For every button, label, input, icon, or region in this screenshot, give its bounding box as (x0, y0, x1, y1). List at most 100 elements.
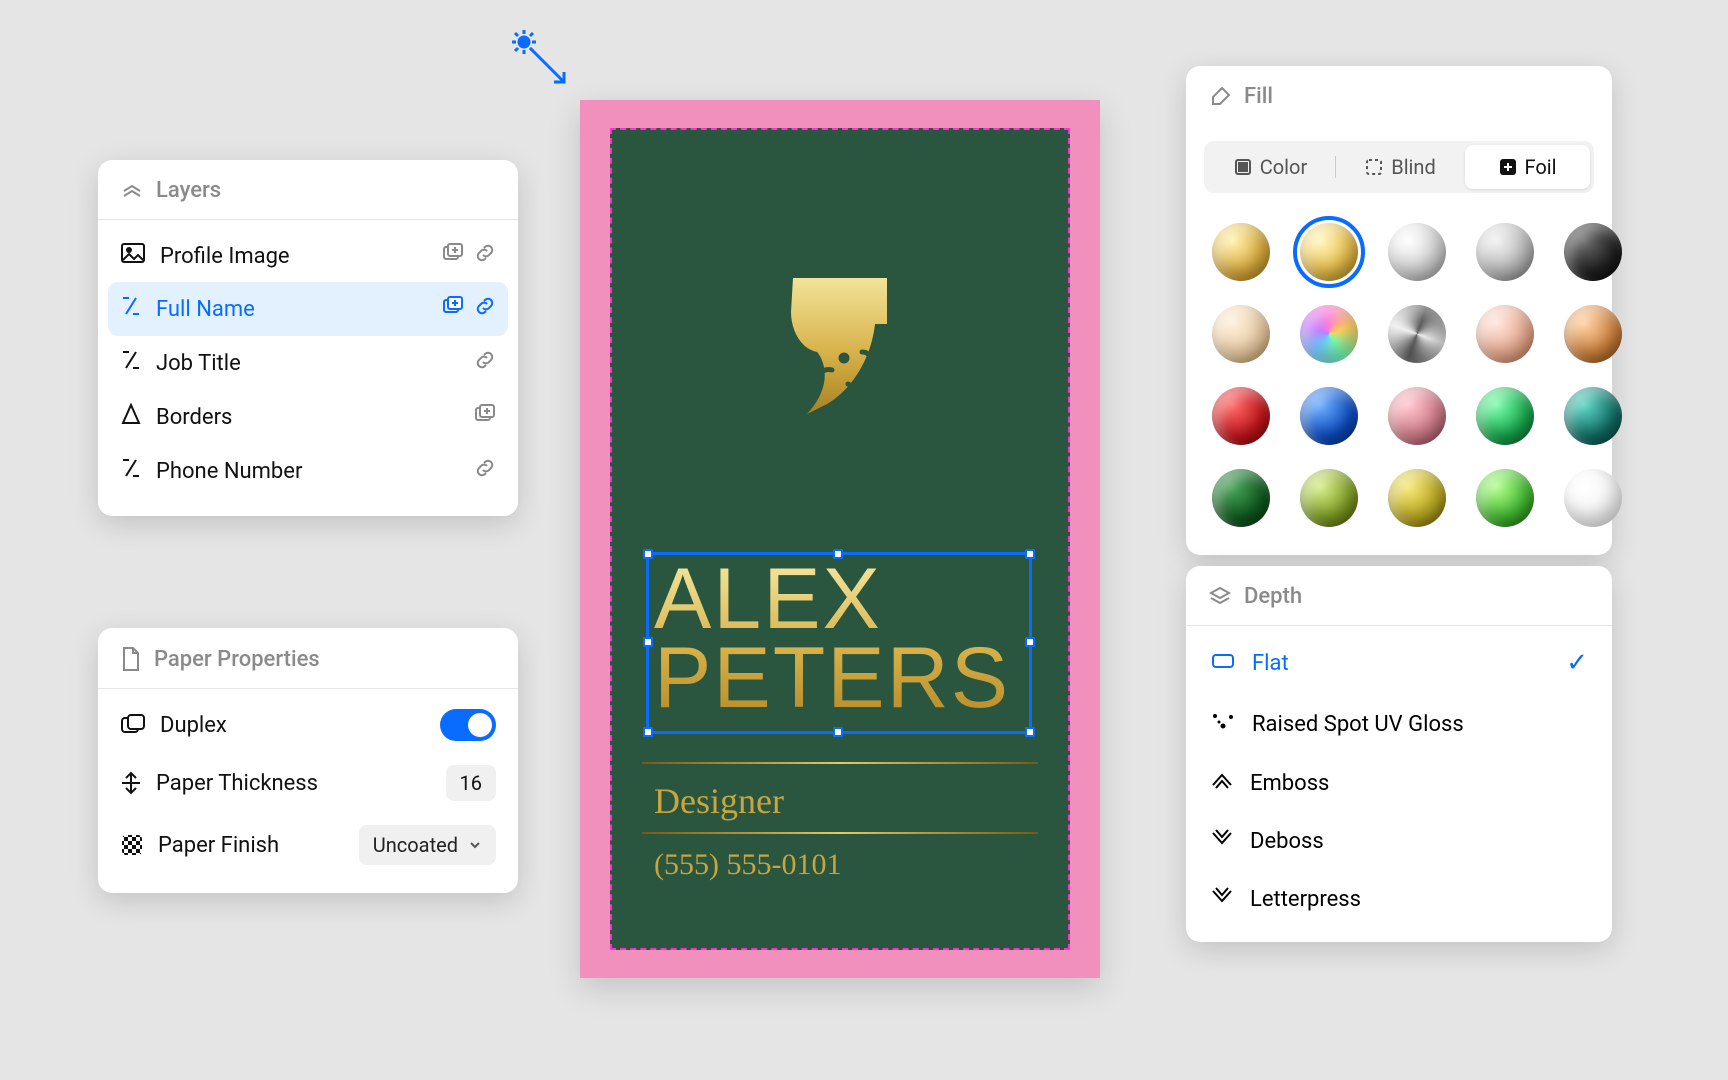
depth-option-label: Deboss (1250, 829, 1324, 854)
layer-type-icon (120, 294, 142, 324)
chevron-down-icon (468, 838, 482, 852)
paper-properties-panel: Paper Properties Duplex Paper Thickness … (98, 628, 518, 893)
foil-swatch-lime[interactable] (1476, 469, 1534, 527)
layer-row-full-name[interactable]: Full Name (108, 282, 508, 336)
check-icon: ✓ (1566, 648, 1588, 678)
link-icon[interactable] (474, 457, 496, 485)
depth-option-letterpress[interactable]: Letterpress (1186, 870, 1612, 928)
depth-option-deboss[interactable]: Deboss (1186, 812, 1612, 870)
depth-panel-header: Depth (1186, 566, 1612, 626)
foil-swatch-steel[interactable] (1388, 305, 1446, 363)
foil-swatch-green[interactable] (1476, 387, 1534, 445)
foil-swatch-gold-matte[interactable] (1212, 223, 1270, 281)
layer-row-job-title[interactable]: Job Title (98, 336, 518, 390)
foil-swatch-silver[interactable] (1476, 223, 1534, 281)
layer-label: Job Title (156, 351, 460, 376)
depth-option-label: Letterpress (1250, 887, 1361, 912)
depth-option-label: Raised Spot UV Gloss (1252, 712, 1464, 737)
depth-option-raised-spot-uv-gloss[interactable]: Raised Spot UV Gloss (1186, 694, 1612, 754)
layer-label: Borders (156, 405, 460, 430)
job-title-text[interactable]: Designer (654, 780, 784, 822)
foil-swatch-holographic[interactable] (1300, 305, 1358, 363)
fill-title: Fill (1244, 84, 1273, 109)
layer-type-icon (120, 348, 142, 378)
link-icon[interactable] (474, 242, 496, 270)
foil-swatch-copper[interactable] (1564, 305, 1622, 363)
selection-box[interactable] (646, 552, 1032, 734)
foil-swatch-silver-light[interactable] (1388, 223, 1446, 281)
link-icon[interactable] (474, 295, 496, 323)
depth-option-icon (1210, 650, 1236, 676)
layers-title: Layers (156, 178, 221, 203)
paper-title: Paper Properties (154, 647, 320, 672)
layer-row-profile-image[interactable]: Profile Image (98, 230, 518, 282)
depth-option-label: Emboss (1250, 771, 1329, 796)
thickness-label: Paper Thickness (156, 771, 432, 796)
fill-panel-header: Fill (1186, 66, 1612, 125)
fill-tab-foil[interactable]: Foil (1465, 145, 1590, 189)
foil-swatch-champagne[interactable] (1212, 305, 1270, 363)
foil-swatch-dark-green[interactable] (1212, 469, 1270, 527)
fill-type-segmented: Color Blind Foil (1204, 141, 1594, 193)
add-layer-icon[interactable] (442, 243, 464, 269)
square-dashed-icon (1365, 158, 1383, 176)
layer-row-borders[interactable]: Borders (98, 390, 518, 444)
finish-value: Uncoated (373, 833, 458, 857)
foil-swatch-white[interactable] (1564, 469, 1622, 527)
layer-label: Phone Number (156, 459, 460, 484)
duplex-icon (120, 714, 146, 736)
layer-type-icon (120, 402, 142, 432)
foil-swatch-red[interactable] (1212, 387, 1270, 445)
layer-type-icon (120, 456, 142, 486)
add-layer-icon[interactable] (474, 404, 496, 430)
add-layer-icon[interactable] (442, 296, 464, 322)
duplex-toggle[interactable] (440, 709, 496, 741)
phone-number-text[interactable]: (555) 555-0101 (654, 848, 841, 882)
stack-icon (1208, 585, 1232, 609)
fill-tab-blind[interactable]: Blind (1338, 145, 1463, 189)
finish-icon (120, 833, 144, 857)
finish-select[interactable]: Uncoated (359, 825, 496, 865)
thickness-row: Paper Thickness 16 (98, 753, 518, 813)
fill-panel: Fill Color Blind Foil (1186, 66, 1612, 555)
depth-option-emboss[interactable]: Emboss (1186, 754, 1612, 812)
foil-swatch-grid (1186, 199, 1612, 555)
depth-option-icon (1210, 770, 1234, 796)
layer-row-phone-number[interactable]: Phone Number (98, 444, 518, 498)
depth-option-icon (1210, 710, 1236, 738)
foil-swatch-rose[interactable] (1388, 387, 1446, 445)
foil-swatch-rose-gold[interactable] (1476, 305, 1534, 363)
foil-swatch-teal[interactable] (1564, 387, 1622, 445)
layers-icon (120, 179, 144, 203)
layers-panel-header: Layers (98, 160, 518, 220)
layer-type-icon (120, 242, 146, 270)
depth-option-icon (1210, 828, 1234, 854)
lighting-direction-control[interactable] (510, 28, 580, 102)
finish-row: Paper Finish Uncoated (98, 813, 518, 877)
depth-option-label: Flat (1252, 651, 1289, 676)
foil-swatch-blue[interactable] (1300, 387, 1358, 445)
square-filled-icon (1234, 158, 1252, 176)
card-artboard: ALEX PETERS Designer (555) 555-0101 (610, 128, 1070, 950)
finish-label: Paper Finish (158, 833, 345, 858)
layer-label: Full Name (156, 297, 428, 322)
duplex-row: Duplex (98, 697, 518, 753)
depth-option-flat[interactable]: Flat ✓ (1186, 632, 1612, 694)
paint-icon (1208, 85, 1232, 109)
thickness-value[interactable]: 16 (446, 765, 496, 801)
foil-swatch-mustard[interactable] (1388, 469, 1446, 527)
depth-option-icon (1210, 886, 1234, 912)
foil-swatch-gold-shiny[interactable] (1300, 223, 1358, 281)
design-canvas[interactable]: ALEX PETERS Designer (555) 555-0101 (580, 100, 1100, 978)
layer-label: Profile Image (160, 244, 428, 269)
link-icon[interactable] (474, 349, 496, 377)
fill-tab-color[interactable]: Color (1208, 145, 1333, 189)
foil-swatch-black[interactable] (1564, 223, 1622, 281)
depth-title: Depth (1244, 584, 1302, 609)
foil-swatch-olive[interactable] (1300, 469, 1358, 527)
profile-image[interactable] (750, 240, 930, 440)
layers-panel: Layers Profile Image Full Name Job Title Bo… (98, 160, 518, 516)
thickness-icon (120, 770, 142, 796)
divider-line (642, 762, 1038, 764)
page-icon (120, 646, 142, 672)
